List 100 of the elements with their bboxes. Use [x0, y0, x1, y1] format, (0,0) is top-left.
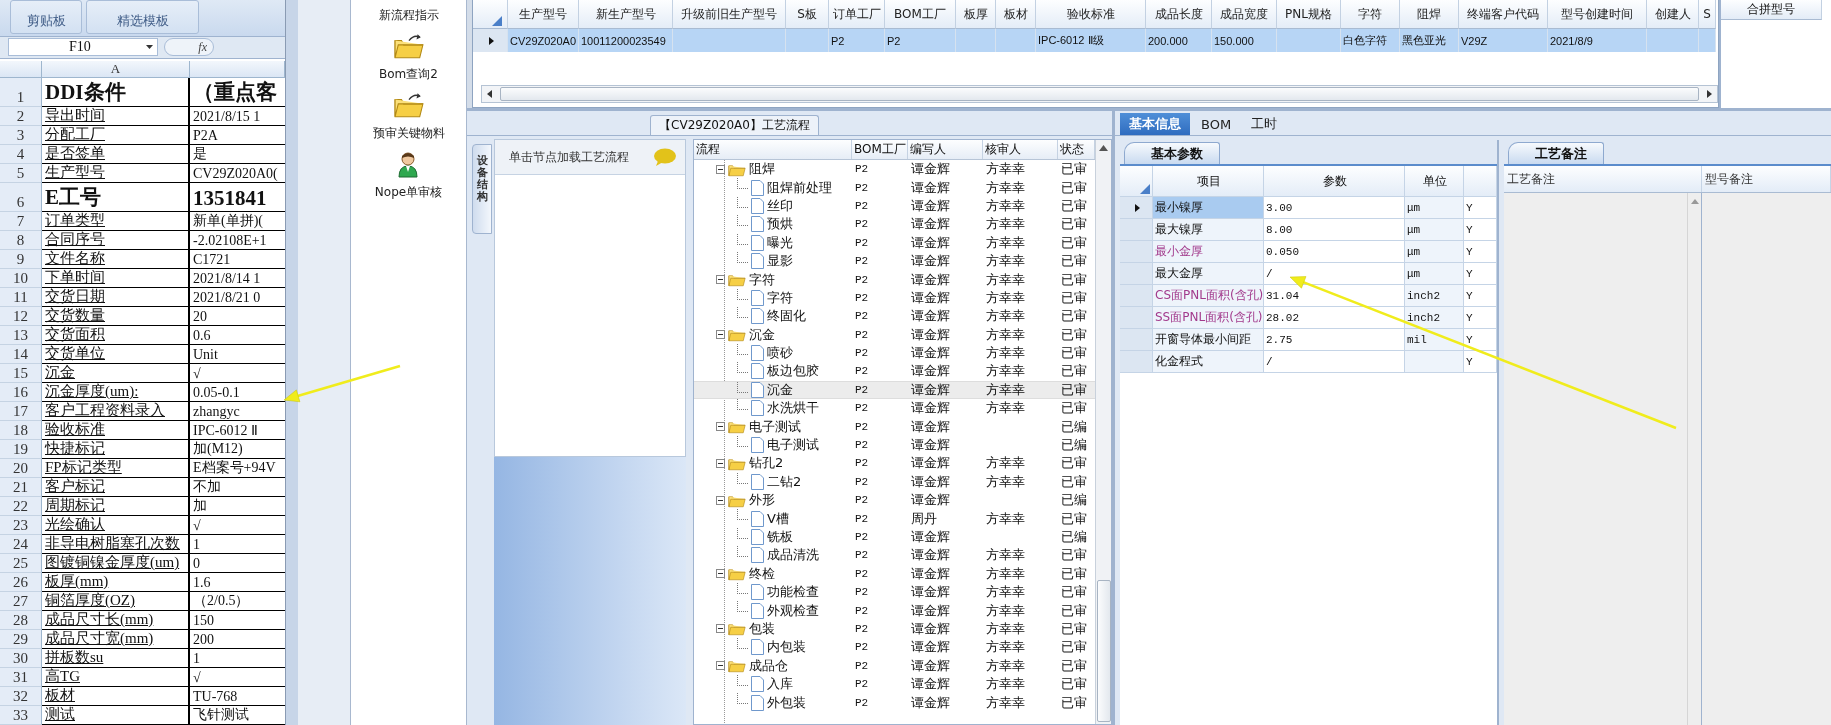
collapse-toggle-icon[interactable]: [716, 330, 725, 340]
tree-row[interactable]: 显影 P2 谭金辉 方幸幸 已审: [694, 251, 1095, 271]
row-number[interactable]: 25: [0, 554, 42, 573]
tree-row[interactable]: 沉金 P2 谭金辉 方幸幸 已审: [694, 380, 1095, 400]
scroll-right-arrow-icon[interactable]: [1705, 90, 1713, 98]
row-number[interactable]: 14: [0, 345, 42, 364]
side-tab[interactable]: 设备结构: [472, 144, 492, 234]
vertical-scrollbar[interactable]: [1687, 193, 1702, 725]
tree-row[interactable]: 外形 P2 谭金辉 已编: [694, 491, 1095, 510]
scrollbar-thumb[interactable]: [500, 87, 1699, 101]
scrollbar-thumb[interactable]: [1096, 580, 1111, 722]
tree-row[interactable]: 成品清洗 P2 谭金辉 方幸幸 已审: [694, 546, 1095, 565]
row-number[interactable]: 8: [0, 231, 42, 250]
table-row[interactable]: CS面PNL面积(含孔) 31.04 inch2 Y: [1120, 285, 1497, 307]
row-number[interactable]: 11: [0, 288, 42, 307]
row-number[interactable]: 27: [0, 592, 42, 611]
table-row[interactable]: 开窗导体最小间距 2.75 mil Y: [1120, 329, 1497, 351]
tab[interactable]: 工艺备注: [1508, 142, 1604, 164]
column-header[interactable]: 工艺备注: [1504, 166, 1702, 192]
insert-function-button[interactable]: fx: [164, 38, 214, 57]
tree-row[interactable]: 铣板 P2 谭金辉 已编: [694, 527, 1095, 547]
collapse-toggle-icon[interactable]: [716, 275, 725, 285]
table-row[interactable]: CV29Z020A0 10011200023549 P2 P2 IPC-6012 Ⅱ级 200.000 150.000 白色字符 黑色亚光 V29Z 2021/8/9: [473, 29, 1716, 52]
table-row[interactable]: 最小镍厚 3.00 μm Y: [1120, 197, 1497, 219]
tree-row[interactable]: 预烘 P2 谭金辉 方幸幸 已审: [694, 215, 1095, 234]
tree-row[interactable]: 包装 P2 谭金辉 方幸幸 已审: [694, 619, 1095, 639]
row-number[interactable]: 24: [0, 535, 42, 554]
row-number[interactable]: 1: [0, 78, 42, 107]
tree-row[interactable]: 字符 P2 谭金辉 方幸幸 已审: [694, 288, 1095, 308]
tree-row[interactable]: 阻焊前处理 P2 谭金辉 方幸幸 已审: [694, 178, 1095, 197]
collapse-toggle-icon[interactable]: [716, 458, 725, 468]
row-number[interactable]: 22: [0, 497, 42, 516]
scroll-left-arrow-icon[interactable]: [486, 90, 494, 98]
tree-row[interactable]: 入库 P2 谭金辉 方幸幸 已审: [694, 674, 1095, 694]
row-number[interactable]: 9: [0, 250, 42, 269]
nav-link[interactable]: Bom查询2: [379, 66, 438, 83]
tree-row[interactable]: 二钻2 P2 谭金辉 方幸幸 已审: [694, 472, 1095, 492]
row-number[interactable]: 16: [0, 383, 42, 402]
column-header[interactable]: 流程: [694, 140, 852, 159]
tree-row[interactable]: 外观检查 P2 谭金辉 方幸幸 已审: [694, 601, 1095, 620]
row-number[interactable]: 33: [0, 706, 42, 725]
collapse-toggle-icon[interactable]: [716, 661, 725, 671]
tab[interactable]: BOM: [1192, 113, 1241, 135]
tab[interactable]: 基本参数: [1124, 142, 1220, 164]
table-row[interactable]: 最大镍厚 8.00 μm Y: [1120, 219, 1497, 241]
table-row[interactable]: 化金程式 / Y: [1120, 351, 1497, 373]
collapse-toggle-icon[interactable]: [716, 164, 725, 174]
row-number[interactable]: 4: [0, 145, 42, 164]
horizontal-scrollbar[interactable]: [481, 85, 1718, 103]
tree-row[interactable]: 钻孔2 P2 谭金辉 方幸幸 已审: [694, 454, 1095, 473]
tree-row[interactable]: 曝光 P2 谭金辉 方幸幸 已审: [694, 233, 1095, 252]
tree-row[interactable]: 喷砂 P2 谭金辉 方幸幸 已审: [694, 343, 1095, 363]
column-header[interactable]: 核审人: [983, 140, 1058, 159]
row-number[interactable]: 32: [0, 687, 42, 706]
row-number[interactable]: 26: [0, 573, 42, 592]
tree-row[interactable]: 成品仓 P2 谭金辉 方幸幸 已审: [694, 656, 1095, 675]
vertical-scrollbar[interactable]: [1095, 140, 1111, 724]
table-row[interactable]: 最小金厚 0.050 μm Y: [1120, 241, 1497, 263]
tree-row[interactable]: 丝印 P2 谭金辉 方幸幸 已审: [694, 196, 1095, 216]
row-number[interactable]: 20: [0, 459, 42, 478]
nav-link[interactable]: 新流程指示: [378, 7, 439, 24]
column-header[interactable]: 编写人: [908, 140, 983, 159]
row-number[interactable]: 15: [0, 364, 42, 383]
row-number[interactable]: 29: [0, 630, 42, 649]
collapse-toggle-icon[interactable]: [716, 495, 725, 505]
row-number[interactable]: 17: [0, 402, 42, 421]
scroll-up-arrow-icon[interactable]: [1099, 145, 1108, 151]
collapse-toggle-icon[interactable]: [716, 422, 725, 432]
row-number[interactable]: 5: [0, 164, 42, 183]
column-header[interactable]: 参数: [1264, 166, 1405, 197]
row-number[interactable]: 19: [0, 440, 42, 459]
tree-row[interactable]: 内包装 P2 谭金辉 方幸幸 已审: [694, 638, 1095, 657]
tab[interactable]: 工时: [1242, 113, 1287, 135]
column-header[interactable]: 型号备注: [1702, 166, 1831, 192]
column-header[interactable]: BOM工厂: [852, 140, 908, 159]
row-number[interactable]: 28: [0, 611, 42, 630]
name-box[interactable]: F10: [8, 38, 158, 57]
row-number[interactable]: 23: [0, 516, 42, 535]
nav-link[interactable]: Nope单审核: [374, 184, 443, 201]
row-number[interactable]: 3: [0, 126, 42, 145]
tree-row[interactable]: 终检 P2 谭金辉 方幸幸 已审: [694, 564, 1095, 583]
table-row[interactable]: 最大金厚 / μm Y: [1120, 263, 1497, 285]
row-number[interactable]: 10: [0, 269, 42, 288]
tree-row[interactable]: 字符 P2 谭金辉 方幸幸 已审: [694, 270, 1095, 289]
tree-row[interactable]: 外包装 P2 谭金辉 方幸幸 已审: [694, 693, 1095, 712]
row-number[interactable]: 31: [0, 668, 42, 687]
tree-row[interactable]: 阻焊 P2 谭金辉 方幸幸 已审: [694, 160, 1095, 179]
table-row[interactable]: SS面PNL面积(含孔) 28.02 inch2 Y: [1120, 307, 1497, 329]
tab[interactable]: 基本信息: [1120, 113, 1190, 135]
tree-row[interactable]: 水洗烘干 P2 谭金辉 方幸幸 已审: [694, 399, 1095, 418]
tree-row[interactable]: 功能检查 P2 谭金辉 方幸幸 已审: [694, 583, 1095, 602]
row-number[interactable]: 7: [0, 212, 42, 231]
row-number[interactable]: 6: [0, 183, 42, 212]
nav-link[interactable]: 预审关键物料: [372, 125, 445, 142]
row-number[interactable]: 12: [0, 307, 42, 326]
column-header[interactable]: 合拼型号: [1721, 0, 1822, 20]
tree-row[interactable]: 终固化 P2 谭金辉 方幸幸 已审: [694, 307, 1095, 326]
tree-row[interactable]: 板边包胶 P2 谭金辉 方幸幸 已审: [694, 362, 1095, 381]
tree-row[interactable]: 沉金 P2 谭金辉 方幸幸 已审: [694, 325, 1095, 344]
collapse-toggle-icon[interactable]: [716, 569, 725, 579]
